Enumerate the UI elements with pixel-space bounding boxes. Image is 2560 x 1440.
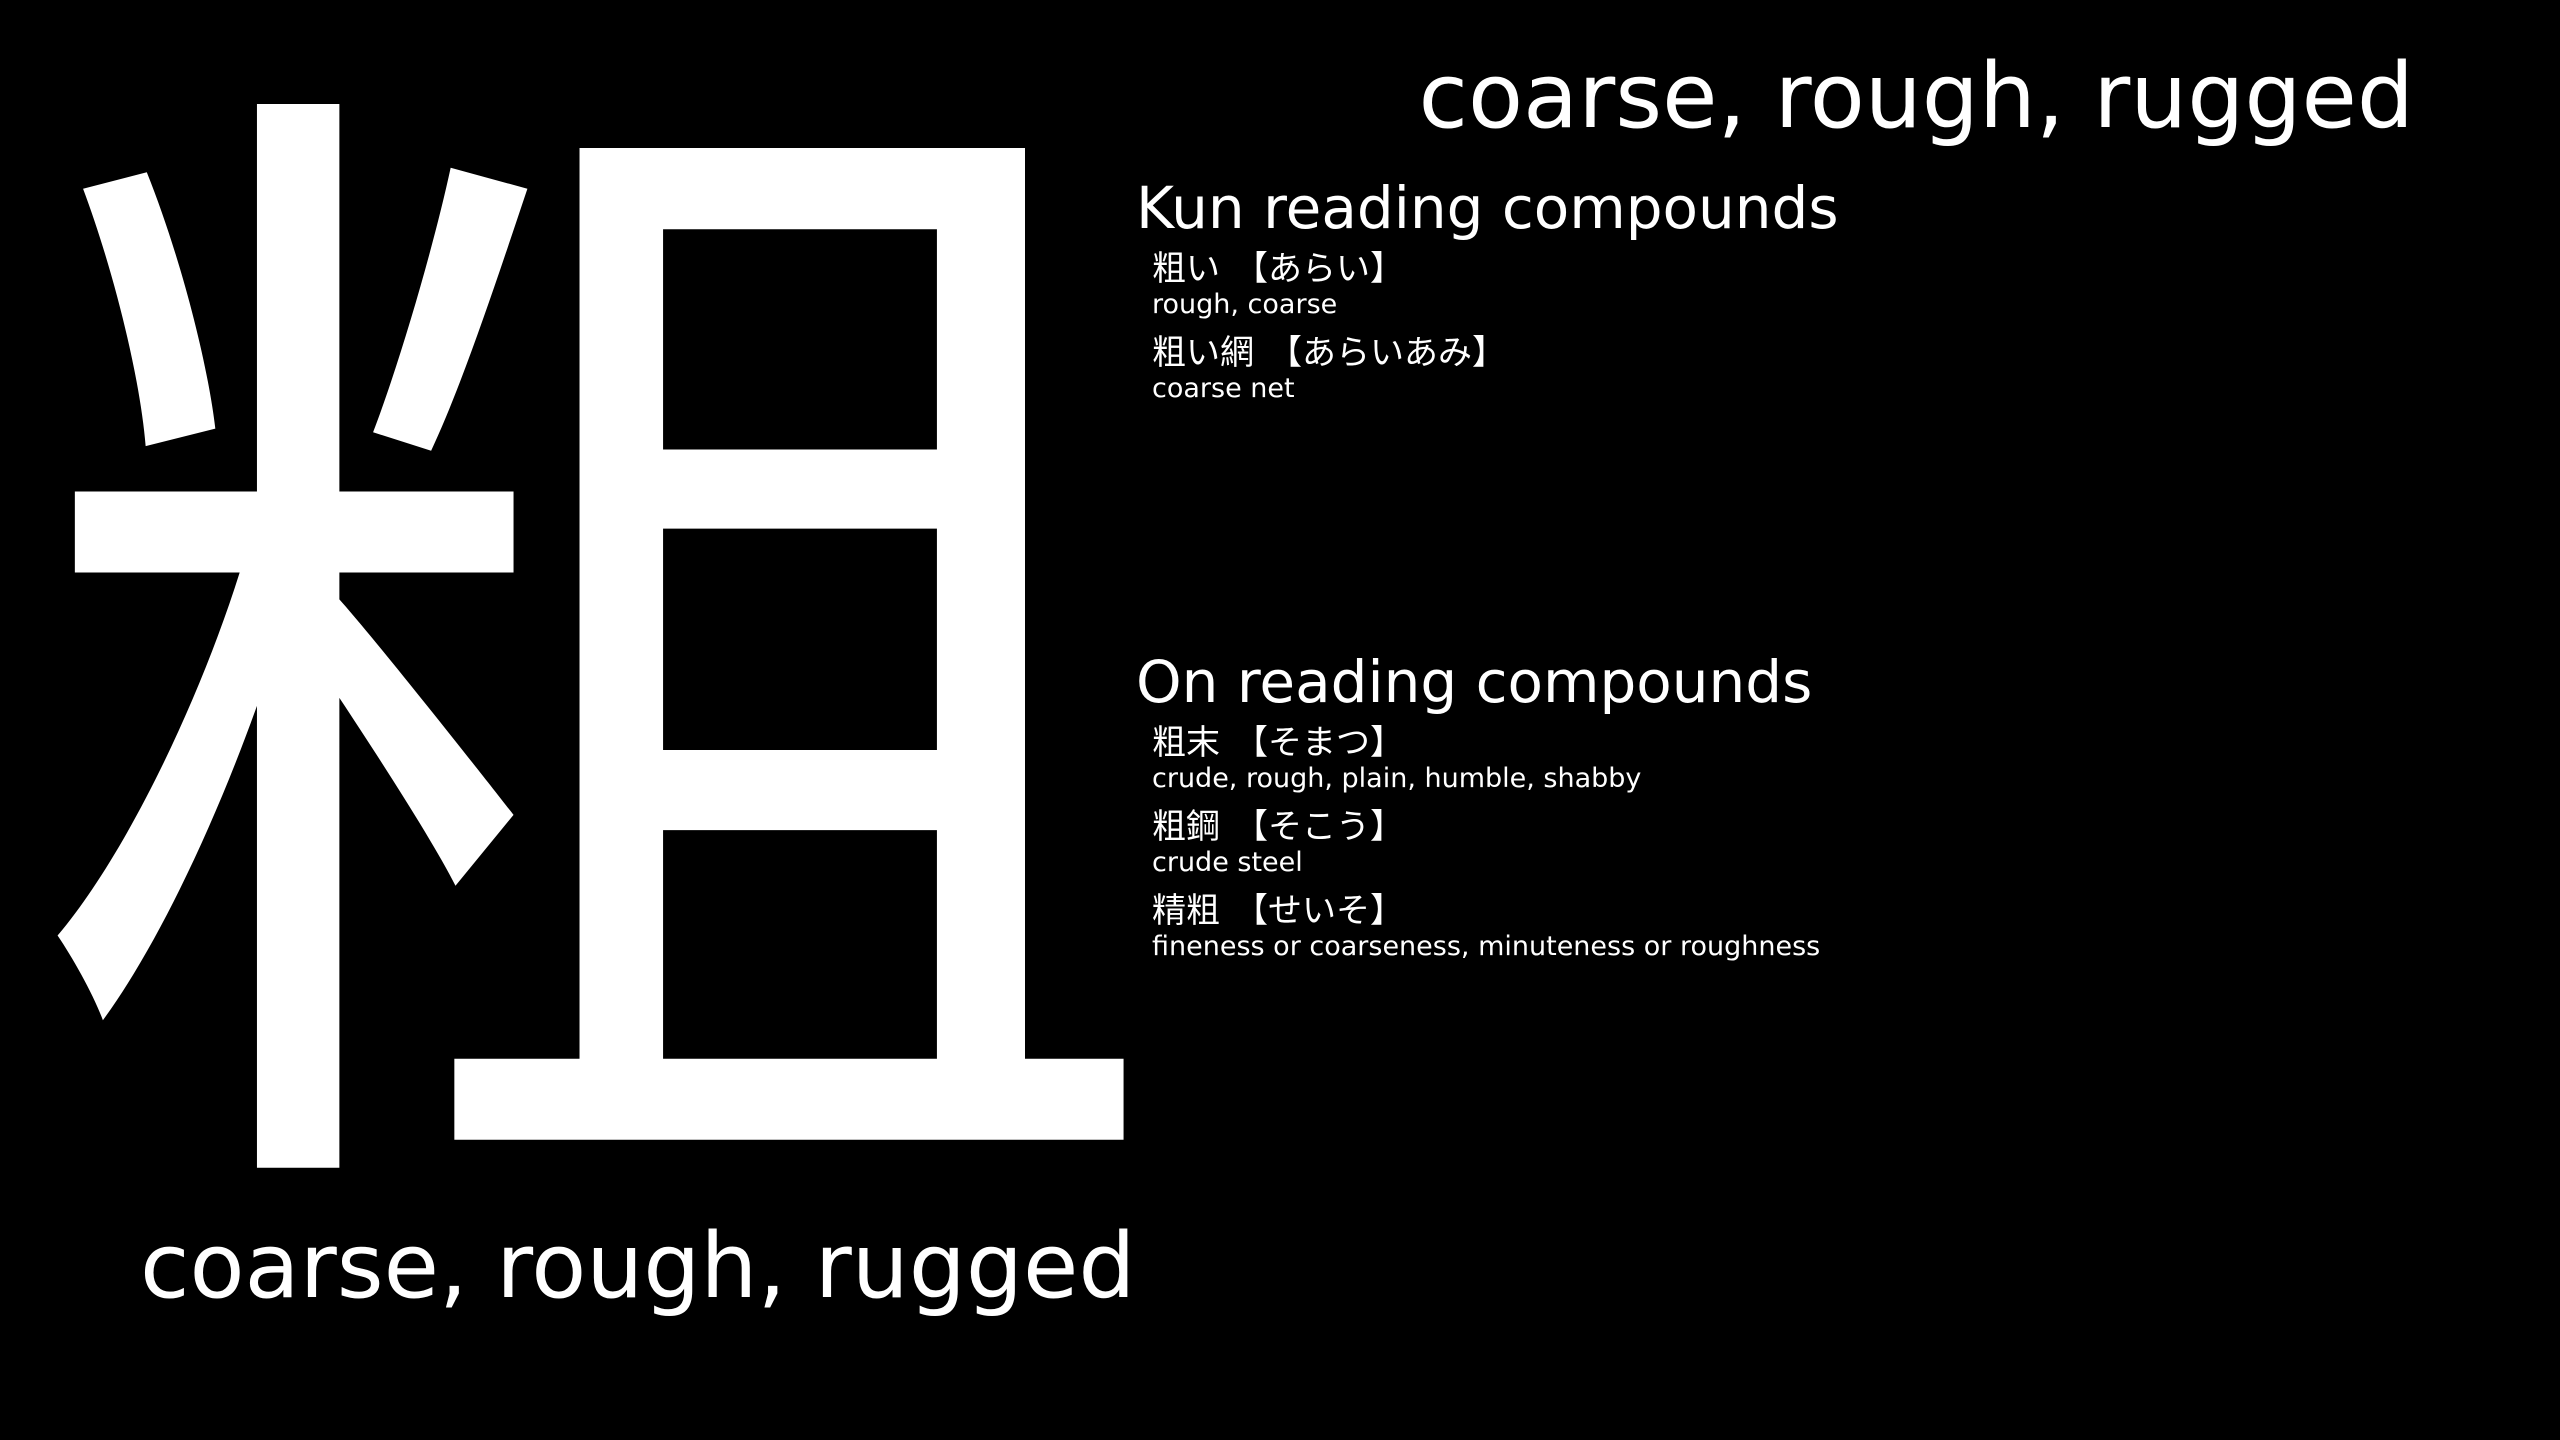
compound-line: 粗い 【あらい】: [1152, 248, 2436, 290]
compound-item: 粗い網 【あらいあみ】 coarse net: [1152, 332, 2436, 404]
compound-gloss: crude steel: [1152, 847, 1303, 878]
compound-item: 粗末 【そまつ】 crude, rough, plain, humble, sha…: [1152, 722, 2436, 794]
compound-reading: 【あらい】: [1234, 249, 1404, 289]
on-section-heading: On reading compounds: [1136, 648, 1813, 716]
compound-word: 精粗: [1152, 891, 1220, 931]
kun-section-heading: Kun reading compounds: [1136, 174, 1839, 242]
compound-gloss: coarse net: [1152, 373, 1295, 404]
compound-word: 粗鋼: [1152, 807, 1220, 847]
compound-word: 粗い網: [1152, 333, 1254, 373]
compound-reading: 【せいそ】: [1234, 891, 1404, 931]
kun-compounds-section: Kun reading compounds 粗い 【あらい】 rough, coa…: [1136, 172, 2436, 416]
compound-line: 粗鋼 【そこう】: [1152, 806, 2436, 848]
on-compounds-section: On reading compounds 粗末 【そまつ】 crude, roug…: [1136, 646, 2436, 974]
compound-item: 精粗 【せいそ】 fineness or coarseness, minutene…: [1152, 890, 2436, 962]
compound-reading: 【そまつ】: [1234, 723, 1404, 763]
compound-gloss: rough, coarse: [1152, 289, 1338, 320]
compound-reading: 【そこう】: [1234, 807, 1404, 847]
compound-word: 粗末: [1152, 723, 1220, 763]
header-meaning: coarse, rough, rugged: [1418, 44, 2415, 149]
kanji-character: 粗: [10, 0, 1170, 1350]
compound-line: 精粗 【せいそ】: [1152, 890, 2436, 932]
compound-line: 粗い網 【あらいあみ】: [1152, 332, 2436, 374]
compound-line: 粗末 【そまつ】: [1152, 722, 2436, 764]
compound-gloss: crude, rough, plain, humble, shabby: [1152, 763, 1642, 794]
compound-reading: 【あらいあみ】: [1268, 333, 1506, 373]
compound-item: 粗い 【あらい】 rough, coarse: [1152, 248, 2436, 320]
kanji-meaning: coarse, rough, rugged: [140, 1214, 1136, 1319]
compound-gloss: fineness or coarseness, minuteness or ro…: [1152, 931, 1821, 962]
compound-item: 粗鋼 【そこう】 crude steel: [1152, 806, 2436, 878]
compound-word: 粗い: [1152, 249, 1220, 289]
